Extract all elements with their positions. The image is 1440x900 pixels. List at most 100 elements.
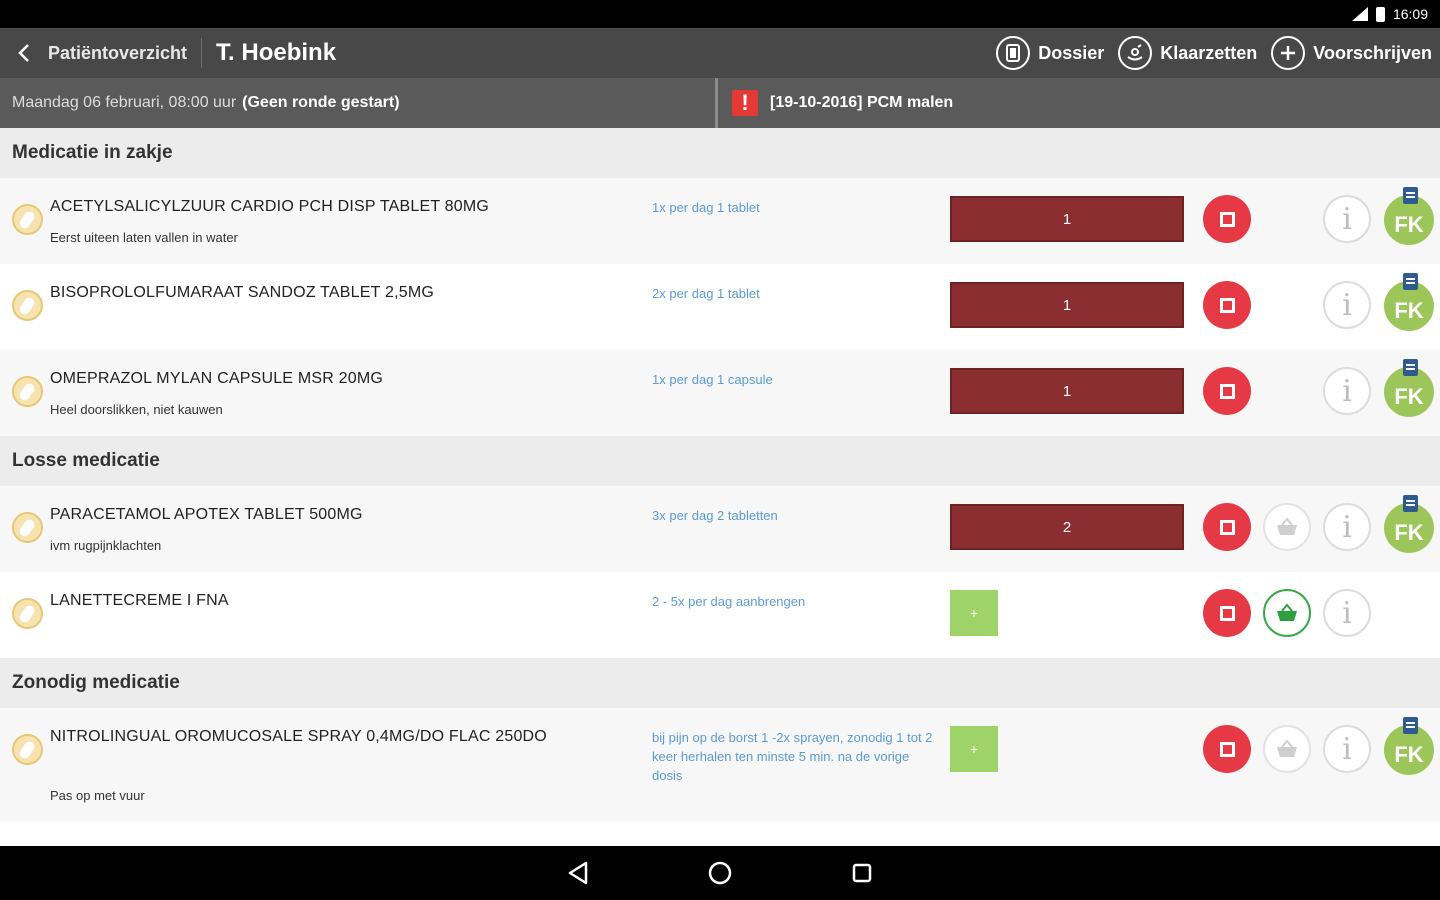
add-dose-button[interactable]: + [950, 590, 998, 636]
pill-icon [12, 512, 43, 543]
voorschrijven-button[interactable]: Voorschrijven [1271, 36, 1432, 70]
stop-button[interactable] [1203, 367, 1251, 415]
dosage-text[interactable]: 2x per dag 1 tablet [652, 284, 942, 303]
info-button[interactable]: i [1323, 195, 1371, 243]
info-button[interactable]: i [1323, 725, 1371, 773]
stop-button[interactable] [1203, 725, 1251, 773]
quantity-button[interactable]: 2 [950, 504, 1184, 550]
round-info: Maandag 06 februari, 08:00 uur (Geen ron… [0, 78, 718, 128]
fk-label: FK [1394, 298, 1424, 323]
basket-button[interactable] [1263, 589, 1311, 637]
document-icon [1403, 495, 1418, 512]
plus-icon [1271, 36, 1306, 70]
medication-name: ACETYLSALICYLZUUR CARDIO PCH DISP TABLET… [50, 198, 490, 215]
basket-icon [1277, 517, 1297, 535]
info-button[interactable]: i [1323, 281, 1371, 329]
pill-icon [12, 376, 43, 407]
add-dose-button[interactable]: + [950, 726, 998, 772]
medication-name: OMEPRAZOL MYLAN CAPSULE MSR 20MG [50, 370, 383, 387]
medication-row[interactable]: LANETTECREME I FNA 2 - 5x per dag aanbre… [0, 572, 1440, 658]
medication-note: Pas op met vuur [50, 788, 145, 803]
pill-icon [12, 204, 43, 235]
nav-recents-button[interactable] [846, 857, 878, 889]
patient-alert[interactable]: ! [19-10-2016] PCM malen [718, 78, 953, 128]
nav-home-button[interactable] [704, 857, 736, 889]
status-bar: 16:09 [0, 0, 1440, 28]
medication-name: PARACETAMOL APOTEX TABLET 500MG [50, 506, 363, 523]
stop-icon [1219, 605, 1235, 621]
pill-icon [12, 290, 43, 321]
fk-button[interactable]: FK [1384, 359, 1434, 417]
dossier-label: Dossier [1038, 42, 1105, 63]
fk-button[interactable]: FK [1384, 495, 1434, 553]
medication-note: Eerst uiteen laten vallen in water [50, 230, 238, 245]
chevron-left-icon [18, 44, 29, 62]
medication-row[interactable]: NITROLINGUAL OROMUCOSALE SPRAY 0,4MG/DO … [0, 708, 1440, 822]
battery-icon [1375, 6, 1385, 22]
status-time: 16:09 [1392, 6, 1428, 22]
stop-button[interactable] [1203, 503, 1251, 551]
basket-icon [1277, 739, 1297, 757]
dosage-text[interactable]: 1x per dag 1 tablet [652, 198, 942, 217]
basket-button[interactable] [1263, 503, 1311, 551]
stop-icon [1219, 741, 1235, 757]
header-actions: Dossier Klaarzetten Voorschrijven [996, 36, 1440, 70]
stop-icon [1219, 297, 1235, 313]
medication-row[interactable]: PARACETAMOL APOTEX TABLET 500MG ivm rugp… [0, 486, 1440, 572]
dosage-text[interactable]: 2 - 5x per dag aanbrengen [652, 592, 942, 611]
stop-icon [1219, 383, 1235, 399]
document-icon [1403, 187, 1418, 204]
stop-button[interactable] [1203, 589, 1251, 637]
dossier-button[interactable]: Dossier [996, 36, 1104, 70]
medication-row[interactable]: BISOPROLOLFUMARAAT SANDOZ TABLET 2,5MG 2… [0, 264, 1440, 350]
pill-icon [12, 734, 43, 765]
triangle-back-icon [568, 861, 588, 885]
section-header: Losse medicatie [0, 436, 1440, 486]
medication-note: ivm rugpijnklachten [50, 538, 162, 553]
square-recents-icon [852, 863, 872, 883]
round-status: (Geen ronde gestart) [242, 94, 400, 111]
quantity-button[interactable]: 1 [950, 196, 1184, 242]
info-bar: Maandag 06 februari, 08:00 uur (Geen ron… [0, 78, 1440, 128]
back-label[interactable]: Patiëntoverzicht [48, 38, 203, 68]
system-nav-bar [0, 846, 1440, 900]
quantity-button[interactable]: 1 [950, 368, 1184, 414]
fk-button[interactable]: FK [1384, 273, 1434, 331]
dosage-text[interactable]: 1x per dag 1 capsule [652, 370, 942, 389]
basket-button[interactable] [1263, 725, 1311, 773]
section-header: Medicatie in zakje [0, 128, 1440, 178]
info-button[interactable]: i [1323, 589, 1371, 637]
info-button[interactable]: i [1323, 367, 1371, 415]
document-icon [1403, 717, 1418, 734]
medication-row[interactable]: OMEPRAZOL MYLAN CAPSULE MSR 20MG Heel do… [0, 350, 1440, 436]
document-icon [1403, 359, 1418, 376]
quantity-button[interactable]: 1 [950, 282, 1184, 328]
pill-icon [12, 598, 43, 629]
fk-label: FK [1394, 384, 1424, 409]
page-title: T. Hoebink [216, 39, 337, 66]
medication-name: LANETTECREME I FNA [50, 592, 229, 609]
stop-icon [1219, 211, 1235, 227]
dosage-text[interactable]: bij pijn op de borst 1 -2x sprayen, zono… [652, 728, 942, 785]
medication-row[interactable]: ACETYLSALICYLZUUR CARDIO PCH DISP TABLET… [0, 178, 1440, 264]
stop-button[interactable] [1203, 195, 1251, 243]
info-button[interactable]: i [1323, 503, 1371, 551]
app-bar: Patiëntoverzicht T. Hoebink Dossier Klaa… [0, 28, 1440, 78]
basket-icon [1277, 603, 1297, 621]
back-button[interactable] [0, 28, 48, 78]
prepare-icon [1118, 36, 1153, 70]
fk-label: FK [1394, 212, 1424, 237]
alert-text: [19-10-2016] PCM malen [770, 94, 954, 111]
fk-button[interactable]: FK [1384, 717, 1434, 775]
medication-row-partial[interactable] [0, 822, 1440, 846]
dosage-text[interactable]: 3x per dag 2 tabletten [652, 506, 942, 525]
stop-button[interactable] [1203, 281, 1251, 329]
fk-button[interactable]: FK [1384, 187, 1434, 245]
medication-list[interactable]: Medicatie in zakje ACETYLSALICYLZUUR CAR… [0, 128, 1440, 846]
nav-back-button[interactable] [562, 857, 594, 889]
section-header: Zonodig medicatie [0, 658, 1440, 708]
alert-icon: ! [732, 90, 758, 116]
voorschrijven-label: Voorschrijven [1313, 42, 1432, 63]
signal-icon [1351, 7, 1368, 21]
klaarzetten-button[interactable]: Klaarzetten [1118, 36, 1257, 70]
